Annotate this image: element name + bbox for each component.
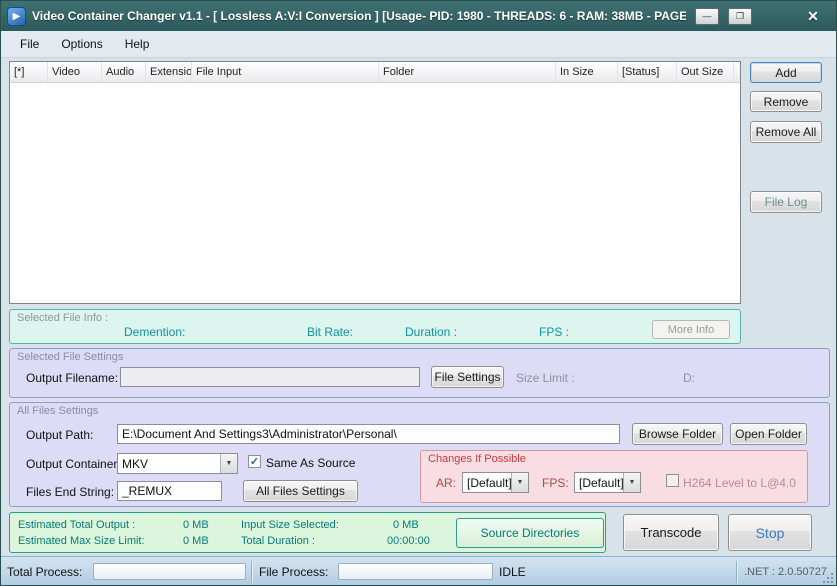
close-icon: ✕ xyxy=(807,8,819,25)
ar-value: [Default] xyxy=(463,476,511,490)
output-path-input[interactable] xyxy=(117,424,620,444)
maximize-button[interactable]: ❐ xyxy=(728,8,752,25)
browse-folder-button[interactable]: Browse Folder xyxy=(632,423,723,445)
minimize-button[interactable]: — xyxy=(695,8,719,25)
selected-file-info-panel: Selected File Info : Demention: Bit Rate… xyxy=(9,309,741,344)
dotnet-version: .NET : 2.0.50727 xyxy=(744,566,827,578)
changes-if-possible-panel: Changes If Possible AR: [Default] ▼ FPS:… xyxy=(420,450,808,503)
output-filename-label: Output Filename: xyxy=(26,371,118,385)
same-as-source-checkbox[interactable]: ✓ xyxy=(248,455,261,468)
estimated-total-output-value: 0 MB xyxy=(183,519,209,531)
total-duration-label: Total Duration : xyxy=(241,535,315,547)
estimates-panel: Estimated Total Output : 0 MB Input Size… xyxy=(9,512,606,553)
changes-if-possible-title: Changes If Possible xyxy=(428,453,526,465)
duration-label: Duration : xyxy=(405,325,457,339)
output-container-select[interactable]: MKV ▼ xyxy=(117,453,238,474)
window-title: Video Container Changer v1.1 - [ Lossles… xyxy=(32,9,686,23)
total-process-label: Total Process: xyxy=(7,565,82,579)
selected-file-info-title: Selected File Info : xyxy=(17,312,108,324)
size-limit-value: D: xyxy=(683,371,695,385)
checkmark-icon: ✓ xyxy=(250,455,259,468)
estimated-max-size-label: Estimated Max Size Limit: xyxy=(18,535,145,547)
app-window: ▶ Video Container Changer v1.1 - [ Lossl… xyxy=(0,0,837,586)
input-size-selected-label: Input Size Selected: xyxy=(241,519,339,531)
source-directories-button[interactable]: Source Directories xyxy=(456,518,604,548)
remove-all-button[interactable]: Remove All xyxy=(750,121,822,143)
files-end-string-label: Files End String: xyxy=(26,485,114,499)
file-list[interactable]: [*] Video Audio Extensio File Input Fold… xyxy=(9,61,741,304)
dropdown-arrow-icon: ▼ xyxy=(220,454,237,473)
file-settings-button[interactable]: File Settings xyxy=(431,366,504,388)
maximize-icon: ❐ xyxy=(736,11,744,22)
more-info-button[interactable]: More Info xyxy=(652,320,730,339)
bit-rate-label: Bit Rate: xyxy=(307,325,353,339)
output-path-label: Output Path: xyxy=(26,428,93,442)
selected-file-settings-panel: Selected File Settings Output Filename: … xyxy=(9,348,830,398)
same-as-source-label: Same As Source xyxy=(266,456,355,470)
fps-label: FPS : xyxy=(539,325,569,339)
all-files-settings-button[interactable]: All Files Settings xyxy=(243,480,358,502)
open-folder-button[interactable]: Open Folder xyxy=(730,423,807,445)
all-files-settings-panel: All Files Settings Output Path: Browse F… xyxy=(9,402,830,507)
remove-button[interactable]: Remove xyxy=(750,91,822,112)
minimize-icon: — xyxy=(703,11,712,21)
estimated-total-output-label: Estimated Total Output : xyxy=(18,519,135,531)
play-icon: ▶ xyxy=(13,11,21,22)
titlebar: ▶ Video Container Changer v1.1 - [ Lossl… xyxy=(1,1,836,31)
size-limit-label: Size Limit : xyxy=(516,371,575,385)
output-container-value: MKV xyxy=(118,457,220,471)
file-process-bar xyxy=(338,563,493,580)
app-icon: ▶ xyxy=(7,7,26,26)
dropdown-arrow-icon: ▼ xyxy=(623,473,640,492)
h264-level-label: H264 Level to L@4.0 xyxy=(683,476,796,490)
column-header-out-size[interactable]: Out Size xyxy=(677,62,734,82)
resize-grip[interactable] xyxy=(821,571,833,583)
selected-file-settings-title: Selected File Settings xyxy=(17,351,123,363)
all-files-settings-title: All Files Settings xyxy=(17,405,98,417)
fps-value: [Default] xyxy=(575,476,623,490)
menu-file[interactable]: File xyxy=(9,32,50,56)
dropdown-arrow-icon: ▼ xyxy=(511,473,528,492)
column-header-status[interactable]: [Status] xyxy=(618,62,677,82)
close-button[interactable]: ✕ xyxy=(798,6,828,26)
total-duration-value: 00:00:00 xyxy=(387,535,430,547)
stop-button[interactable]: Stop xyxy=(728,514,812,551)
h264-level-checkbox[interactable] xyxy=(666,474,679,487)
file-list-body[interactable] xyxy=(10,83,740,303)
column-header-extension[interactable]: Extensio xyxy=(146,62,192,82)
estimated-max-size-value: 0 MB xyxy=(183,535,209,547)
ar-label: AR: xyxy=(436,476,456,490)
ar-select[interactable]: [Default] ▼ xyxy=(462,472,529,493)
output-filename-input[interactable] xyxy=(120,367,420,387)
fps-select-label: FPS: xyxy=(542,476,569,490)
files-end-string-input[interactable] xyxy=(117,481,222,501)
statusbar-divider xyxy=(736,561,738,583)
output-container-label: Output Container: xyxy=(26,457,121,471)
total-process-bar xyxy=(93,563,246,580)
input-size-selected-value: 0 MB xyxy=(393,519,419,531)
menubar: File Options Help xyxy=(1,31,836,58)
column-header-audio[interactable]: Audio xyxy=(102,62,146,82)
statusbar-divider xyxy=(251,561,253,583)
transcode-button[interactable]: Transcode xyxy=(623,514,719,551)
add-button[interactable]: Add xyxy=(750,62,822,83)
file-log-button[interactable]: File Log xyxy=(750,191,822,213)
column-header-in-size[interactable]: In Size xyxy=(556,62,618,82)
column-header-folder[interactable]: Folder xyxy=(379,62,556,82)
menu-options[interactable]: Options xyxy=(50,32,113,56)
menu-help[interactable]: Help xyxy=(114,32,161,56)
column-header-video[interactable]: Video xyxy=(48,62,102,82)
column-header-filler xyxy=(734,62,742,82)
status-text: IDLE xyxy=(499,565,526,579)
statusbar: Total Process: File Process: IDLE .NET :… xyxy=(1,556,836,586)
file-list-header: [*] Video Audio Extensio File Input Fold… xyxy=(10,62,740,83)
file-process-label: File Process: xyxy=(259,565,328,579)
column-header-flag[interactable]: [*] xyxy=(10,62,48,82)
dimension-label: Demention: xyxy=(124,325,185,339)
fps-select[interactable]: [Default] ▼ xyxy=(574,472,641,493)
column-header-file-input[interactable]: File Input xyxy=(192,62,379,82)
